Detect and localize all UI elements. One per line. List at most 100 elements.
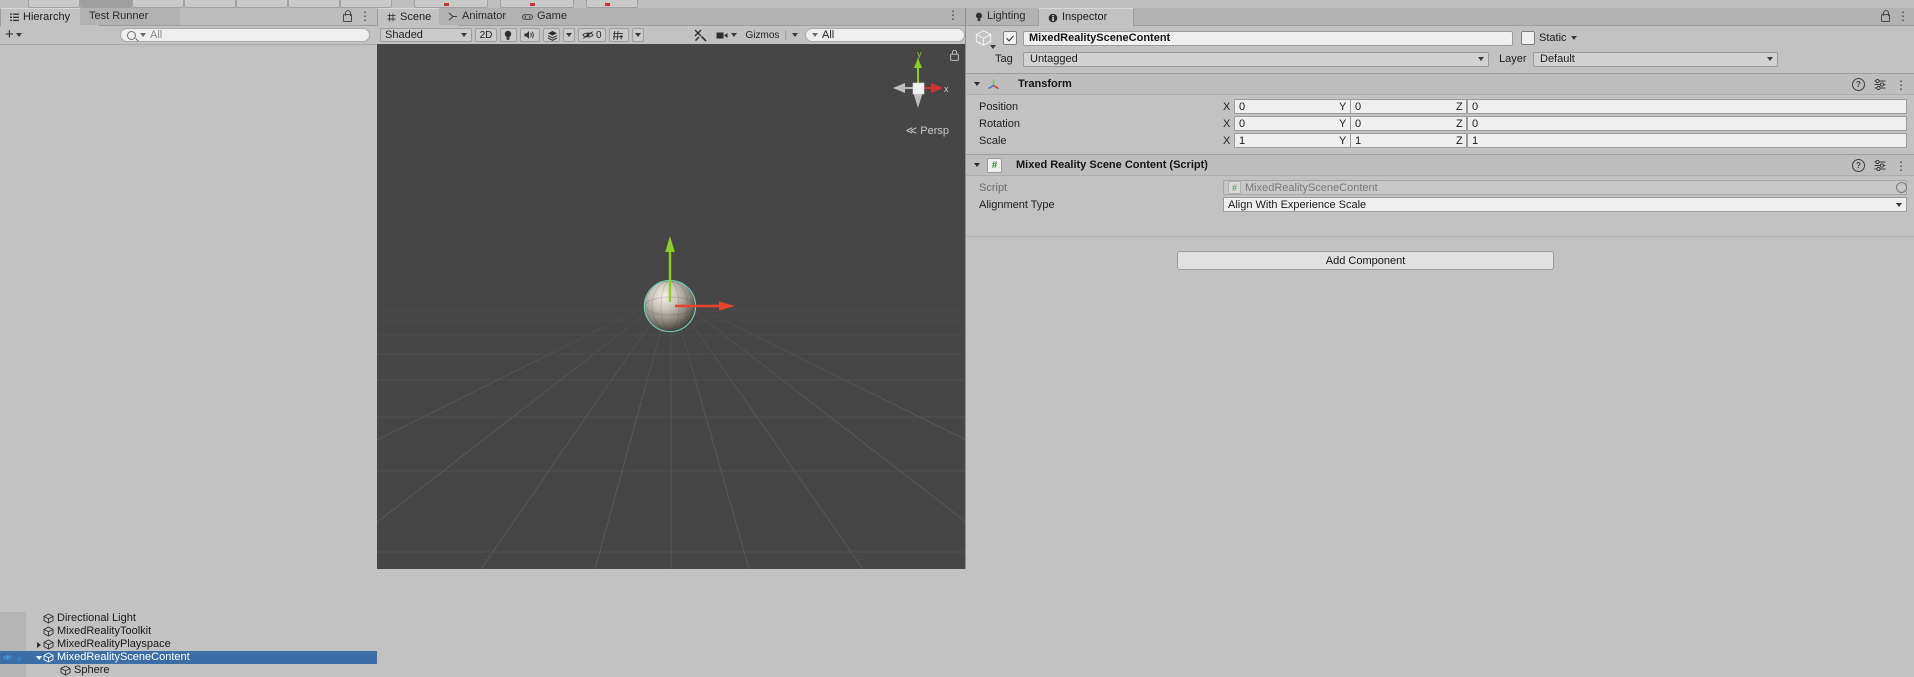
toolbar-button[interactable] [500,0,574,8]
chevron-down-icon [990,45,996,49]
create-gameobject-button[interactable]: + [5,29,22,41]
component-title: Transform [1018,78,1072,90]
gameobject-icon[interactable] [971,27,995,49]
scene-camera-button[interactable] [713,28,740,42]
hierarchy-search-input[interactable]: All [120,28,370,42]
gizmos-button[interactable]: Gizmos | [743,28,802,42]
chevron-down-icon [635,33,641,37]
alignment-type-dropdown[interactable]: Align With Experience Scale [1223,197,1907,212]
scene-viewport[interactable]: y x ≪ Persp [377,44,965,569]
toggle-fx-button[interactable] [543,28,560,42]
scale-label: Scale [979,135,1007,147]
list-item[interactable]: MixedRealityPlayspace [0,638,377,651]
component-header-transform[interactable]: Transform ? ⋮ [966,73,1914,95]
tab-test-runner[interactable]: Test Runner [80,8,180,25]
tab-game[interactable]: Game [513,8,589,25]
eye-icon[interactable] [3,654,12,661]
toolbar-button[interactable] [288,0,340,8]
grid-visibility-button[interactable] [609,28,629,42]
layer-dropdown[interactable]: Default [1533,52,1778,67]
grid-icon [613,30,625,41]
scale-y-value: 1 [1355,135,1361,147]
pickability-hand-icon[interactable] [15,654,23,662]
draw-mode-dropdown[interactable]: Shaded [380,28,472,42]
scene-search-input[interactable]: All [805,28,965,42]
scene-tools-button[interactable] [691,28,710,42]
toolbar-button[interactable] [28,0,80,8]
axis-y-label: Y [1339,135,1346,147]
twisty-down-icon[interactable] [972,80,981,89]
toggle-2d-button[interactable]: 2D [475,28,497,42]
twisty-down-icon[interactable] [34,651,43,664]
toolbar-button[interactable] [586,0,638,8]
list-item[interactable]: Sphere [0,664,377,677]
static-chevron-down-icon[interactable] [1571,36,1577,40]
gizmos-label: Gizmos [746,30,780,41]
gameobject-name-value: MixedRealitySceneContent [1029,32,1170,44]
help-icon[interactable]: ? [1852,78,1865,91]
inspector-menu-icon[interactable]: ⋮ [1897,11,1909,21]
gameobject-enabled-checkbox[interactable] [1003,31,1017,45]
list-item-selected[interactable]: MixedRealitySceneContent [0,651,377,664]
fx-dropdown-button[interactable] [563,28,575,42]
add-component-button[interactable]: Add Component [1177,251,1554,270]
axis-x-label: X [1223,101,1230,113]
position-x-input[interactable]: 0 [1234,99,1351,114]
lock-icon[interactable] [950,50,959,61]
list-item[interactable]: MixedRealityToolkit [0,625,377,638]
tab-inspector[interactable]: Inspector [1038,8,1134,27]
transform-position-row: Position X 0 Y 0 Z 0 [966,98,1914,115]
component-menu-icon[interactable]: ⋮ [1895,161,1907,171]
search-icon [127,31,136,40]
light-bulb-icon [504,30,512,41]
help-icon[interactable]: ? [1852,159,1865,172]
scene-panel: Scene Animator Game ⋮ Shaded [377,8,965,569]
preset-icon[interactable] [1874,160,1886,171]
toggle-audio-button[interactable] [520,28,540,42]
scale-x-input[interactable]: 1 [1234,133,1351,148]
rotation-x-input[interactable]: 0 [1234,116,1351,131]
toggle-lighting-button[interactable] [500,28,517,42]
scene-toolbar: Shaded 2D [377,26,965,45]
scene-orientation-gizmo[interactable]: y x [887,48,951,128]
toolbar-button[interactable] [80,0,132,8]
position-y-input[interactable]: 0 [1350,99,1467,114]
script-row: Script # MixedRealitySceneContent [966,179,1914,196]
twisty-right-icon[interactable] [34,638,43,651]
component-header-mixed-reality-scene-content[interactable]: # Mixed Reality Scene Content (Script) ?… [966,154,1914,176]
hierarchy-search-placeholder: All [150,29,162,41]
grid-dropdown-button[interactable] [632,28,644,42]
toolbar-button[interactable] [340,0,392,8]
scale-z-input[interactable]: 1 [1467,133,1907,148]
tag-dropdown[interactable]: Untagged [1023,52,1489,67]
chevron-down-icon [792,33,798,37]
static-label: Static [1539,32,1567,44]
scene-projection-label[interactable]: ≪ Persp [906,124,949,137]
toolbar-button[interactable] [132,0,184,8]
list-item[interactable]: Directional Light [0,612,377,625]
csharp-script-icon: # [987,158,1002,173]
static-toggle[interactable]: Static [1521,31,1577,45]
hierarchy-menu-icon[interactable]: ⋮ [359,11,371,21]
gameobject-name-input[interactable]: MixedRealitySceneContent [1023,31,1513,46]
toolbar-button[interactable] [414,0,488,8]
rotation-y-input[interactable]: 0 [1350,116,1467,131]
preset-icon[interactable] [1874,79,1886,90]
alignment-type-row: Alignment Type Align With Experience Sca… [966,196,1914,213]
toolbar-button[interactable] [236,0,288,8]
rotation-z-input[interactable]: 0 [1467,116,1907,131]
static-checkbox[interactable] [1521,31,1535,45]
scene-menu-icon[interactable]: ⋮ [947,10,959,20]
lock-icon[interactable] [342,10,351,21]
toolbar-button[interactable] [184,0,236,8]
scale-z-value: 1 [1472,135,1478,147]
position-z-input[interactable]: 0 [1467,99,1907,114]
component-title: Mixed Reality Scene Content (Script) [1016,159,1208,171]
hidden-objects-button[interactable]: 0 [578,28,606,42]
twisty-down-icon[interactable] [972,161,981,170]
component-menu-icon[interactable]: ⋮ [1895,80,1907,90]
hierarchy-item-label: MixedRealityToolkit [57,625,151,638]
create-label: + [5,29,14,41]
lock-icon[interactable] [1880,10,1889,21]
scale-y-input[interactable]: 1 [1350,133,1467,148]
